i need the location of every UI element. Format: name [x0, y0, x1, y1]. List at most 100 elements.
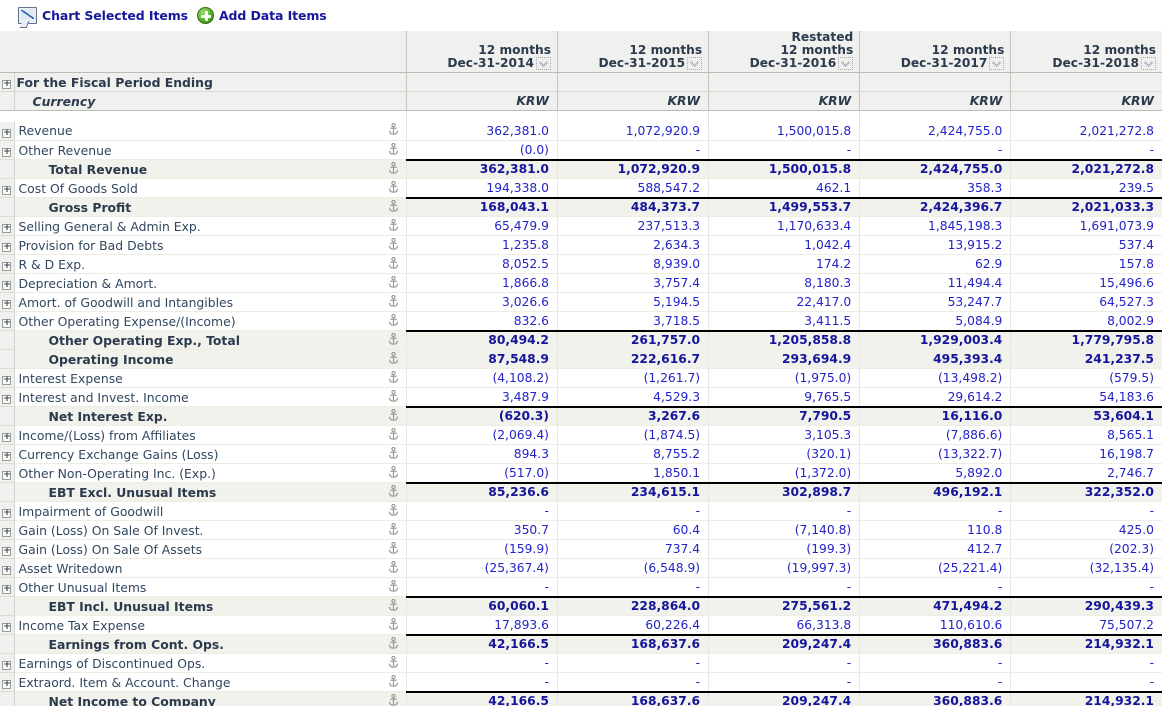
cell-value[interactable]: (159.9): [405, 539, 558, 559]
row-label[interactable]: Extraord. Item & Account. Change: [14, 672, 381, 692]
cell-value[interactable]: 2,424,396.7: [859, 196, 1011, 217]
cell-value[interactable]: 1,499,553.7: [708, 196, 860, 217]
add-data-items-button[interactable]: Add Data Items: [196, 6, 327, 24]
expand-icon[interactable]: +: [2, 300, 12, 309]
row-anchor-cell[interactable]: [380, 425, 407, 445]
row-expand-cell[interactable]: +: [0, 216, 15, 236]
cell-value[interactable]: 412.7: [859, 539, 1011, 559]
cell-value[interactable]: -: [859, 577, 1011, 597]
row-expand-cell[interactable]: +: [0, 539, 15, 559]
row-anchor-cell[interactable]: [380, 368, 407, 388]
cell-value[interactable]: 425.0: [1010, 520, 1162, 540]
cell-value[interactable]: 174.2: [708, 254, 860, 274]
cell-value[interactable]: 261,757.0: [556, 329, 709, 350]
cell-value[interactable]: 293,694.9: [708, 349, 860, 369]
chevron-down-icon[interactable]: [838, 57, 854, 70]
cell-value[interactable]: 2,424,755.0: [859, 158, 1011, 179]
cell-value[interactable]: 471,494.2: [859, 595, 1011, 616]
cell-value[interactable]: 1,235.8: [405, 235, 558, 255]
cell-value[interactable]: 209,247.4: [708, 690, 860, 706]
cell-value[interactable]: 5,084.9: [859, 311, 1011, 331]
row-anchor-cell[interactable]: [380, 121, 407, 141]
cell-value[interactable]: -: [708, 501, 860, 521]
cell-value[interactable]: 29,614.2: [859, 387, 1011, 407]
cell-value[interactable]: 214,932.1: [1010, 690, 1162, 706]
cell-value[interactable]: 2,021,272.8: [1010, 158, 1162, 179]
cell-value[interactable]: (0.0): [405, 140, 558, 160]
row-expand-cell[interactable]: +: [0, 501, 15, 521]
cell-value[interactable]: 275,561.2: [708, 595, 860, 616]
cell-value[interactable]: (7,886.6): [859, 425, 1011, 445]
row-anchor-cell[interactable]: [380, 254, 407, 274]
cell-value[interactable]: 16,116.0: [859, 405, 1011, 426]
cell-value[interactable]: (1,874.5): [556, 425, 709, 445]
expand-icon[interactable]: +: [2, 680, 12, 689]
cell-value[interactable]: -: [405, 577, 558, 597]
expand-icon[interactable]: +: [2, 148, 12, 157]
expand-icon[interactable]: +: [2, 661, 12, 670]
cell-value[interactable]: 7,790.5: [708, 405, 860, 426]
cell-value[interactable]: 60.4: [556, 520, 709, 540]
row-label[interactable]: Currency Exchange Gains (Loss): [14, 444, 381, 464]
cell-value[interactable]: (32,135.4): [1010, 558, 1162, 578]
cell-value[interactable]: 62.9: [859, 254, 1011, 274]
cell-value[interactable]: 1,850.1: [556, 463, 709, 483]
cell-value[interactable]: (7,140.8): [708, 520, 860, 540]
cell-value[interactable]: 9,765.5: [708, 387, 860, 407]
row-anchor-cell[interactable]: [380, 140, 407, 160]
cell-value[interactable]: 5,194.5: [556, 292, 709, 312]
cell-value[interactable]: (1,261.7): [556, 368, 709, 388]
chevron-down-icon[interactable]: [687, 57, 703, 70]
cell-value[interactable]: 42,166.5: [405, 690, 558, 706]
row-label[interactable]: Amort. of Goodwill and Intangibles: [14, 292, 381, 312]
cell-value[interactable]: -: [859, 501, 1011, 521]
chevron-down-icon[interactable]: [535, 57, 551, 70]
row-anchor-cell[interactable]: [380, 311, 407, 331]
row-anchor-cell[interactable]: [380, 539, 407, 559]
cell-value[interactable]: 358.3: [859, 178, 1011, 198]
cell-value[interactable]: 241,237.5: [1010, 349, 1162, 369]
cell-value[interactable]: -: [1010, 140, 1162, 160]
cell-value[interactable]: 302,898.7: [708, 481, 860, 502]
cell-value[interactable]: (320.1): [708, 444, 860, 464]
cell-value[interactable]: 3,026.6: [405, 292, 558, 312]
cell-value[interactable]: -: [1010, 672, 1162, 692]
chevron-down-icon[interactable]: [1141, 57, 1156, 70]
row-expand-cell[interactable]: +: [0, 463, 15, 483]
row-anchor-cell[interactable]: [380, 197, 407, 217]
cell-value[interactable]: -: [405, 501, 558, 521]
cell-value[interactable]: 22,417.0: [708, 292, 860, 312]
cell-value[interactable]: 168,043.1: [405, 196, 558, 217]
cell-value[interactable]: -: [708, 672, 860, 692]
row-anchor-cell[interactable]: [380, 178, 407, 198]
cell-value[interactable]: 1,072,920.9: [556, 121, 709, 141]
row-label[interactable]: Other Revenue: [14, 140, 381, 160]
cell-value[interactable]: 8,755.2: [556, 444, 709, 464]
cell-value[interactable]: 588,547.2: [556, 178, 709, 198]
cell-value[interactable]: (517.0): [405, 463, 558, 483]
cell-value[interactable]: 17,893.6: [405, 615, 558, 635]
cell-value[interactable]: 8,052.5: [405, 254, 558, 274]
expand-icon[interactable]: +: [2, 224, 12, 233]
cell-value[interactable]: 2,424,755.0: [859, 121, 1011, 141]
cell-value[interactable]: 537.4: [1010, 235, 1162, 255]
row-anchor-cell[interactable]: [380, 406, 407, 426]
cell-value[interactable]: -: [556, 501, 709, 521]
row-anchor-cell[interactable]: [380, 482, 407, 502]
row-label[interactable]: Interest Expense: [14, 368, 381, 388]
cell-value[interactable]: 65,479.9: [405, 216, 558, 236]
expand-icon[interactable]: +: [2, 376, 12, 385]
cell-value[interactable]: 157.8: [1010, 254, 1162, 274]
cell-value[interactable]: 496,192.1: [859, 481, 1011, 502]
row-label[interactable]: Depreciation & Amort.: [14, 273, 381, 293]
cell-value[interactable]: 1,929,003.4: [859, 329, 1011, 350]
cell-value[interactable]: (202.3): [1010, 539, 1162, 559]
cell-value[interactable]: 3,267.6: [556, 405, 709, 426]
cell-value[interactable]: 60,226.4: [556, 615, 709, 635]
cell-value[interactable]: 350.7: [405, 520, 558, 540]
expand-icon[interactable]: +: [2, 623, 12, 632]
cell-value[interactable]: 362,381.0: [405, 121, 558, 141]
chevron-down-icon[interactable]: [989, 57, 1005, 70]
cell-value[interactable]: 737.4: [556, 539, 709, 559]
cell-value[interactable]: 13,915.2: [859, 235, 1011, 255]
